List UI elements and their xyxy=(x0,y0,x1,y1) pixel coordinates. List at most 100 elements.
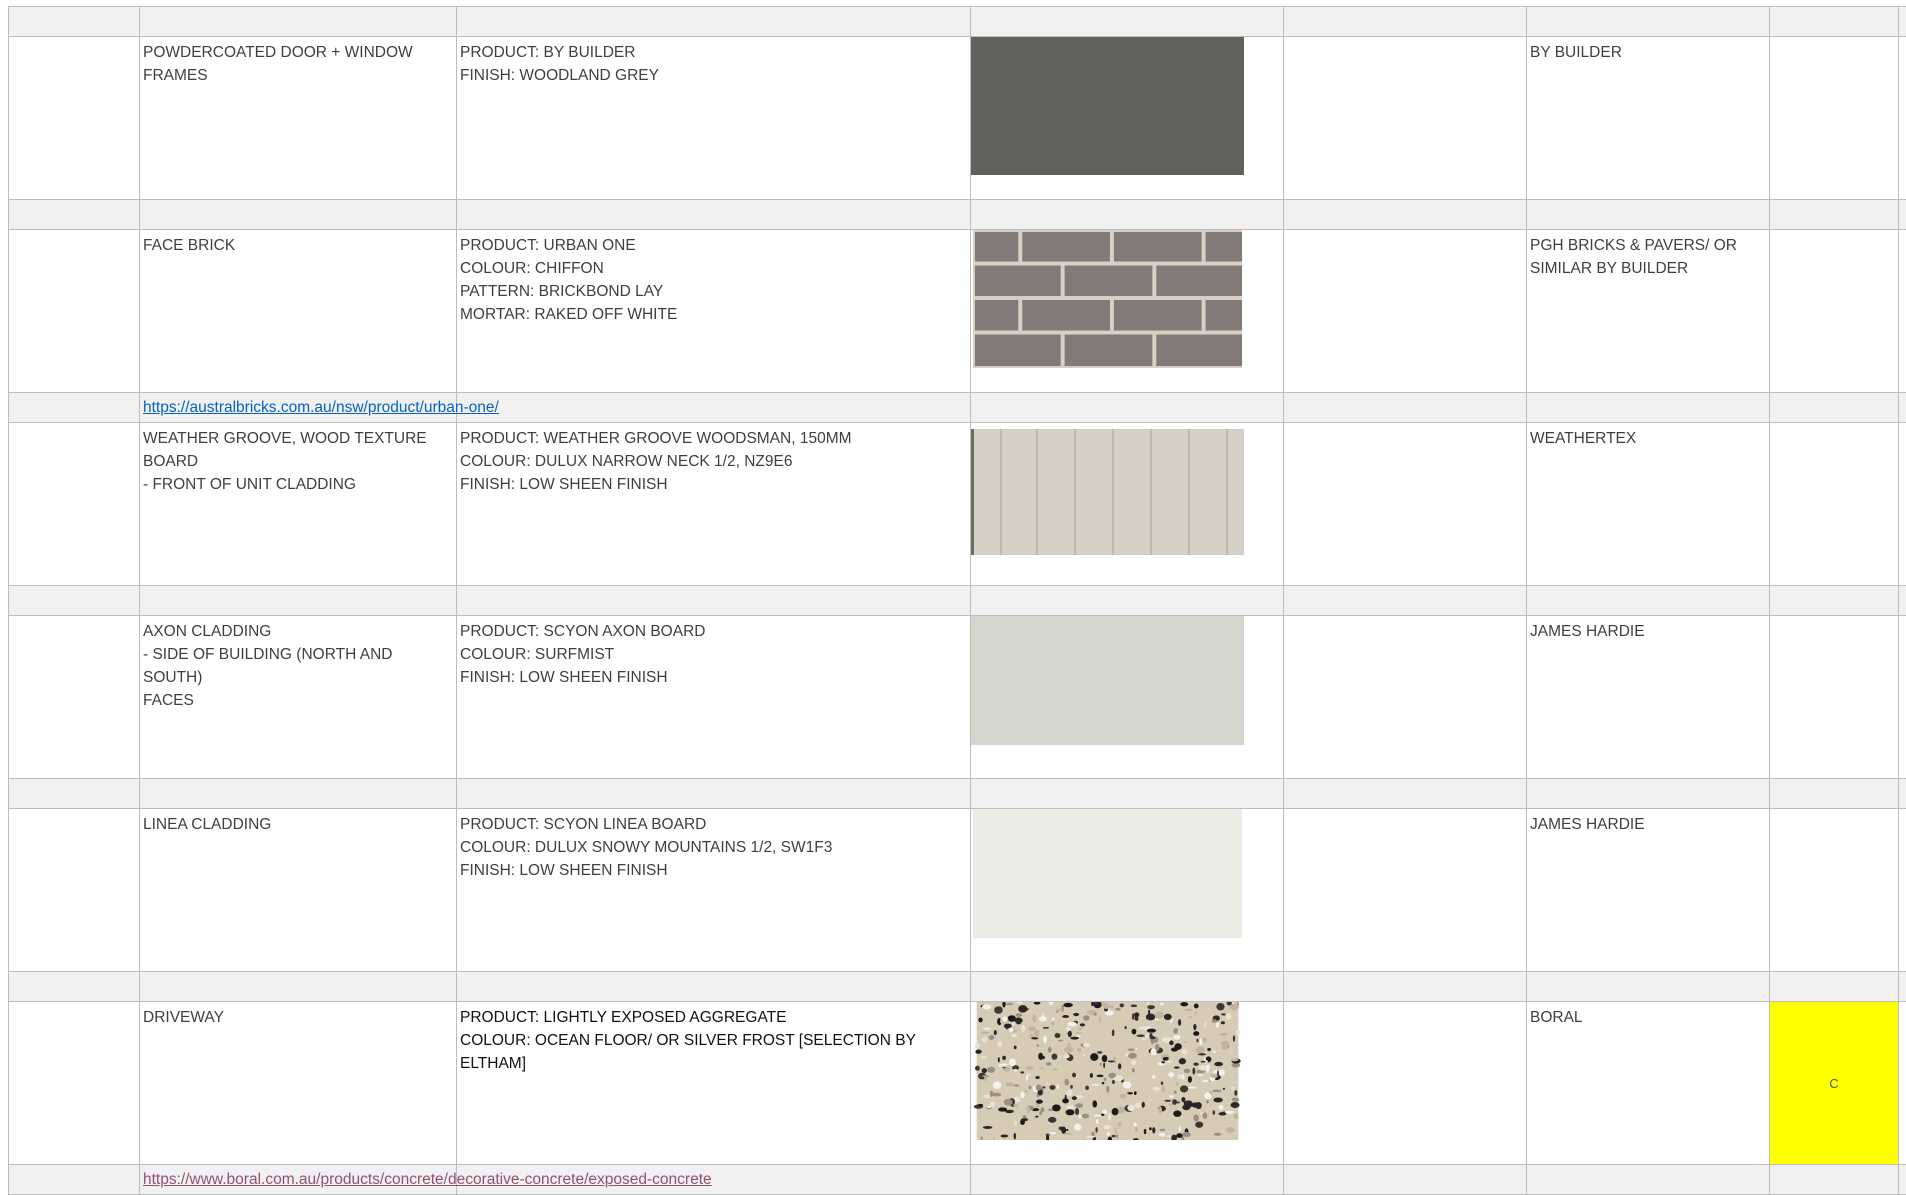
supplier-cell[interactable]: WEATHERTEX xyxy=(1527,423,1770,585)
swatch-cell[interactable] xyxy=(971,809,1284,971)
cell[interactable] xyxy=(1527,1165,1770,1194)
cell[interactable] xyxy=(8,972,140,1001)
cell[interactable] xyxy=(8,779,140,808)
cell[interactable] xyxy=(8,586,140,615)
cell[interactable] xyxy=(1770,586,1899,615)
cell[interactable] xyxy=(1527,200,1770,229)
cell[interactable] xyxy=(1527,586,1770,615)
cell[interactable] xyxy=(1527,7,1770,36)
supplier-cell[interactable]: JAMES HARDIE xyxy=(1527,616,1770,778)
cell[interactable] xyxy=(1770,972,1899,1001)
swatch-cell[interactable] xyxy=(971,616,1284,778)
cell[interactable] xyxy=(8,809,140,971)
cell[interactable] xyxy=(1284,393,1527,422)
cell[interactable] xyxy=(1770,200,1899,229)
cell[interactable] xyxy=(1284,809,1527,971)
spec-cell[interactable]: PRODUCT: SCYON AXON BOARD COLOUR: SURFMI… xyxy=(457,616,971,778)
cell[interactable] xyxy=(971,7,1284,36)
cell[interactable] xyxy=(1284,37,1527,199)
cell[interactable] xyxy=(457,200,971,229)
cell[interactable] xyxy=(971,1165,1284,1194)
cell[interactable] xyxy=(8,393,140,422)
cell[interactable] xyxy=(971,393,1284,422)
cell[interactable] xyxy=(1770,230,1899,392)
cell[interactable] xyxy=(140,586,457,615)
supplier-text: PGH BRICKS & PAVERS/ OR xyxy=(1530,237,1738,254)
cell[interactable] xyxy=(1527,972,1770,1001)
element-cell[interactable]: WEATHER GROOVE, WOOD TEXTURE BOARD - FRO… xyxy=(140,423,457,585)
spec-text: PRODUCT: WEATHER GROOVE WOODSMAN, 150MM xyxy=(460,430,852,447)
cell[interactable] xyxy=(1770,1165,1899,1194)
cell[interactable] xyxy=(457,779,971,808)
spec-text: FINISH: WOODLAND GREY xyxy=(460,67,659,84)
cell[interactable] xyxy=(8,200,140,229)
cell[interactable] xyxy=(1284,1165,1527,1194)
element-cell[interactable]: POWDERCOATED DOOR + WINDOW FRAMES xyxy=(140,37,457,199)
spacer-row xyxy=(8,199,1906,229)
cell[interactable] xyxy=(8,230,140,392)
cell[interactable] xyxy=(971,779,1284,808)
swatch-cell[interactable] xyxy=(971,230,1284,392)
cell[interactable] xyxy=(1284,1002,1527,1164)
cell[interactable] xyxy=(140,972,457,1001)
cell[interactable] xyxy=(1770,37,1899,199)
cell[interactable] xyxy=(1284,616,1527,778)
cell[interactable] xyxy=(971,972,1284,1001)
element-cell[interactable]: FACE BRICK xyxy=(140,230,457,392)
cell[interactable] xyxy=(1284,423,1527,585)
cell[interactable] xyxy=(1770,7,1899,36)
cell[interactable] xyxy=(1284,200,1527,229)
spec-text: COLOUR: SURFMIST xyxy=(460,646,615,663)
spec-cell[interactable]: PRODUCT: BY BUILDER FINISH: WOODLAND GRE… xyxy=(457,37,971,199)
swatch-cell[interactable] xyxy=(971,423,1284,585)
spec-cell[interactable]: PRODUCT: LIGHTLY EXPOSED AGGREGATE COLOU… xyxy=(457,1002,971,1164)
supplier-cell[interactable]: BY BUILDER xyxy=(1527,37,1770,199)
cell[interactable] xyxy=(8,1165,140,1194)
supplier-text: WEATHERTEX xyxy=(1530,430,1637,447)
product-link[interactable]: https://australbricks.com.au/nsw/product… xyxy=(140,393,499,422)
cell[interactable] xyxy=(1527,393,1770,422)
cell[interactable] xyxy=(457,7,971,36)
cell[interactable] xyxy=(1284,230,1527,392)
element-cell[interactable]: LINEA CLADDING xyxy=(140,809,457,971)
cell[interactable] xyxy=(457,393,971,422)
swatch-cell[interactable] xyxy=(971,37,1284,199)
cell[interactable] xyxy=(8,37,140,199)
spec-cell[interactable]: PRODUCT: SCYON LINEA BOARD COLOUR: DULUX… xyxy=(457,809,971,971)
cell[interactable] xyxy=(1284,972,1527,1001)
cell[interactable] xyxy=(1770,779,1899,808)
cell[interactable] xyxy=(8,423,140,585)
cell[interactable] xyxy=(1770,616,1899,778)
cell[interactable] xyxy=(140,7,457,36)
supplier-cell[interactable]: BORAL xyxy=(1527,1002,1770,1164)
cell[interactable] xyxy=(1284,779,1527,808)
spec-text: PRODUCT: LIGHTLY EXPOSED AGGREGATE xyxy=(460,1009,787,1026)
woodland-grey-swatch xyxy=(971,37,1244,175)
cell[interactable] xyxy=(1284,7,1527,36)
element-cell[interactable]: AXON CLADDING - SIDE OF BUILDING (NORTH … xyxy=(140,616,457,778)
cell[interactable] xyxy=(8,616,140,778)
cell[interactable] xyxy=(1770,809,1899,971)
cell[interactable] xyxy=(1527,779,1770,808)
swatch-cell[interactable] xyxy=(971,1002,1284,1164)
spec-cell[interactable]: PRODUCT: URBAN ONE COLOUR: CHIFFON PATTE… xyxy=(457,230,971,392)
cell[interactable] xyxy=(140,779,457,808)
cell[interactable] xyxy=(140,200,457,229)
supplier-cell[interactable]: PGH BRICKS & PAVERS/ OR SIMILAR BY BUILD… xyxy=(1527,230,1770,392)
element-cell[interactable]: DRIVEWAY xyxy=(140,1002,457,1164)
cell[interactable] xyxy=(1770,423,1899,585)
element-text: LINEA CLADDING xyxy=(143,816,272,833)
cell[interactable] xyxy=(457,972,971,1001)
spec-cell[interactable]: PRODUCT: WEATHER GROOVE WOODSMAN, 150MM … xyxy=(457,423,971,585)
cell[interactable] xyxy=(457,586,971,615)
status-cell[interactable]: C xyxy=(1770,1002,1899,1164)
cell[interactable] xyxy=(8,1002,140,1164)
cell[interactable] xyxy=(1284,586,1527,615)
cell[interactable] xyxy=(8,7,140,36)
cell[interactable] xyxy=(971,200,1284,229)
element-text: - SIDE OF BUILDING (NORTH AND SOUTH) xyxy=(143,646,397,686)
product-link[interactable]: https://www.boral.com.au/products/concre… xyxy=(140,1165,712,1194)
cell[interactable] xyxy=(1770,393,1899,422)
cell[interactable] xyxy=(971,586,1284,615)
supplier-cell[interactable]: JAMES HARDIE xyxy=(1527,809,1770,971)
